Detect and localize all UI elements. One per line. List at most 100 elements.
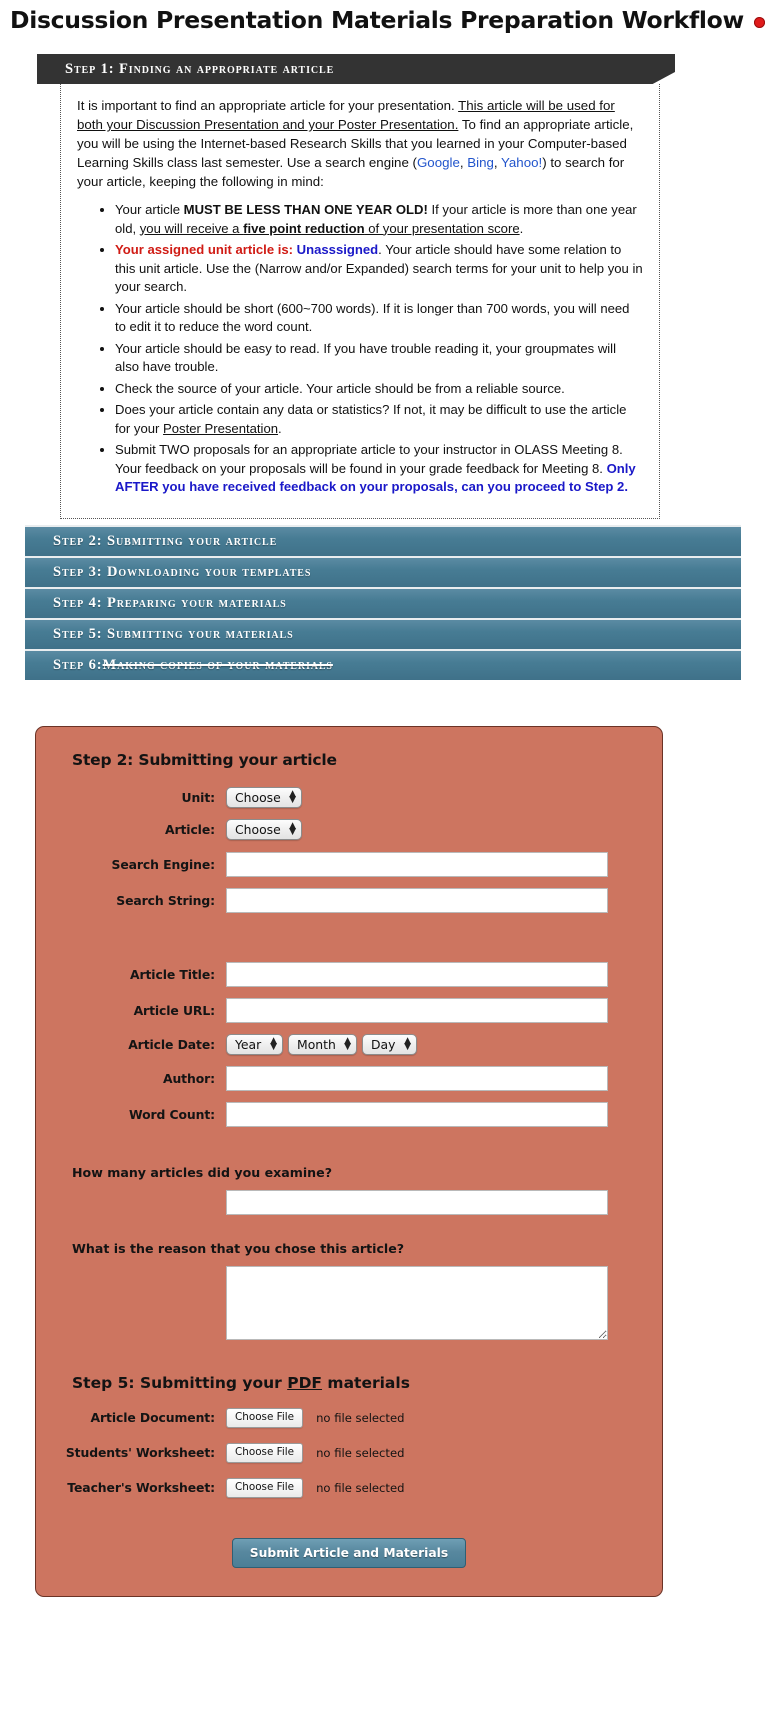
field-row-search-engine: Search Engine: (58, 851, 640, 877)
search-engine-label: Search Engine: (111, 856, 216, 872)
article-url-input[interactable] (226, 997, 608, 1023)
bullet-0-bold: MUST BE LESS THAN ONE YEAR OLD! (183, 202, 428, 217)
reason-textarea[interactable] (226, 1265, 608, 1340)
accordion-header-step-5-label: Step 5: Submitting your materials (53, 625, 294, 642)
date-year-select[interactable]: Year (226, 1033, 283, 1055)
accordion-panel-step-1: It is important to find an appropriate a… (60, 84, 660, 519)
how-many-articles-label: How many articles did you examine? (72, 1164, 332, 1180)
bullet-data-statistics: Does your article contain any data or st… (115, 401, 643, 438)
accordion-header-step-3-label: Step 3: Downloading your templates (53, 563, 312, 580)
accordion-header-step-1[interactable]: Step 1: Finding an appropriate article (37, 54, 675, 84)
bullet-0-text-g: . (519, 220, 524, 236)
step1-intro-paragraph: It is important to find an appropriate a… (77, 96, 643, 191)
page-header: Discussion Presentation Materials Prepar… (0, 0, 766, 34)
bullet-easy-to-read: Your article should be easy to read. If … (115, 340, 643, 377)
accordion-header-step-1-label: Step 1: Finding an appropriate article (65, 60, 335, 77)
field-row-article-document: Article Document: Choose File no file se… (58, 1407, 640, 1428)
accordion-header-step-4-label: Step 4: Preparing your materials (53, 594, 287, 611)
field-row-teachers-worksheet: Teacher's Worksheet: Choose File no file… (58, 1477, 640, 1498)
bullet-reliable-source: Check the source of your article. Your a… (115, 380, 643, 399)
bullet-assigned-unit: Your assigned unit article is: Unasssign… (115, 241, 643, 297)
bullet-1-blue: Unasssigned (293, 242, 379, 257)
link-yahoo[interactable]: Yahoo! (501, 155, 542, 170)
field-row-students-worksheet: Students' Worksheet: Choose File no file… (58, 1442, 640, 1463)
accordion-header-step-2[interactable]: Step 2: Submitting your article (25, 524, 741, 556)
pdf-section-heading: Step 5: Submitting your PDF materials (72, 1374, 640, 1392)
workflow-accordion: Step 1: Finding an appropriate article I… (25, 54, 741, 680)
article-document-choose-file-button[interactable]: Choose File (226, 1407, 304, 1428)
article-date-label: Article Date: (128, 1036, 215, 1052)
search-string-label: Search String: (116, 892, 215, 908)
unit-select-wrap: Choose ▲ ▼ (226, 786, 302, 808)
unit-select[interactable]: Choose (226, 786, 302, 808)
field-row-author: Author: (58, 1065, 640, 1091)
link-bing[interactable]: Bing (467, 155, 494, 170)
record-dot-icon (753, 16, 765, 28)
article-document-label: Article Document: (90, 1410, 216, 1425)
form-heading: Step 2: Submitting your article (72, 750, 337, 769)
date-day-select-wrap: Day ▲ ▼ (362, 1033, 417, 1055)
author-input[interactable] (226, 1065, 608, 1091)
bullet-word-count: Your article should be short (600~700 wo… (115, 300, 643, 337)
field-row-article-url: Article URL: (58, 997, 640, 1023)
field-row-article: Article: Choose ▲ ▼ (58, 818, 640, 840)
intro-sep-2: , (493, 155, 502, 170)
bullet-5-underline: Poster Presentation (163, 420, 279, 436)
date-year-select-wrap: Year ▲ ▼ (226, 1033, 283, 1055)
article-label: Article: (164, 821, 215, 837)
link-google[interactable]: Google (417, 155, 460, 170)
students-worksheet-file-status: no file selected (316, 1445, 405, 1460)
word-count-input[interactable] (226, 1101, 608, 1127)
bullet-0-text-a: Your article (115, 202, 184, 217)
bullet-0-underline-f: of your presentation score (364, 220, 520, 236)
accordion-header-step-6-label: Making copies of your materials (102, 656, 333, 673)
article-select-wrap: Choose ▲ ▼ (226, 818, 302, 840)
field-row-word-count: Word Count: (58, 1101, 640, 1127)
article-title-label: Article Title: (129, 966, 215, 982)
page-title: Discussion Presentation Materials Prepar… (10, 6, 744, 34)
article-title-input[interactable] (226, 961, 608, 987)
submission-form-card: Step 2: Submitting your article Unit: Ch… (35, 725, 663, 1597)
pdf-heading-pdf: PDF (287, 1373, 323, 1392)
teachers-worksheet-label: Teacher's Worksheet: (67, 1480, 215, 1495)
field-row-search-string: Search String: (58, 887, 640, 913)
accordion-header-step-6-prefix: Step 6: (53, 656, 103, 673)
submit-article-and-materials-button[interactable]: Submit Article and Materials (231, 1537, 467, 1568)
page-root: Discussion Presentation Materials Prepar… (0, 0, 766, 1637)
step1-bullet-list: Your article MUST BE LESS THAN ONE YEAR … (77, 201, 643, 497)
bullet-two-proposals: Submit TWO proposals for an appropriate … (115, 441, 643, 497)
teachers-worksheet-choose-file-button[interactable]: Choose File (226, 1477, 304, 1498)
author-label: Author: (162, 1070, 215, 1086)
article-select[interactable]: Choose (226, 818, 302, 840)
field-row-unit: Unit: Choose ▲ ▼ (58, 786, 640, 808)
article-document-file-status: no file selected (316, 1410, 405, 1425)
how-many-articles-input[interactable] (226, 1189, 608, 1215)
intro-text-1: It is important to find an appropriate a… (77, 98, 459, 113)
teachers-worksheet-file-status: no file selected (316, 1480, 405, 1495)
search-engine-input[interactable] (226, 851, 608, 877)
search-string-input[interactable] (226, 887, 608, 913)
unit-label: Unit: (181, 789, 215, 805)
bullet-one-year-old: Your article MUST BE LESS THAN ONE YEAR … (115, 201, 643, 238)
article-url-label: Article URL: (133, 1002, 216, 1018)
accordion-header-step-4[interactable]: Step 4: Preparing your materials (25, 586, 741, 618)
bullet-0-underline-bold-e: five point reduction (243, 220, 365, 236)
field-row-how-many (58, 1189, 640, 1215)
bullet-5-text-c: . (278, 420, 282, 436)
accordion-header-step-6[interactable]: Step 6: Making copies of your materials (25, 648, 741, 680)
date-month-select[interactable]: Month (288, 1033, 357, 1055)
reason-label: What is the reason that you chose this a… (72, 1240, 405, 1256)
accordion-header-step-2-label: Step 2: Submitting your article (53, 532, 278, 549)
students-worksheet-label: Students' Worksheet: (65, 1445, 215, 1460)
students-worksheet-choose-file-button[interactable]: Choose File (226, 1442, 304, 1463)
pdf-heading-a: Step 5: Submitting your (72, 1373, 288, 1392)
submit-row: Submit Article and Materials (58, 1537, 640, 1568)
bullet-6-text-a: Submit TWO proposals for an appropriate … (115, 442, 623, 476)
field-row-reason (58, 1265, 640, 1340)
date-month-select-wrap: Month ▲ ▼ (288, 1033, 357, 1055)
accordion-header-step-3[interactable]: Step 3: Downloading your templates (25, 555, 741, 587)
accordion-header-step-5[interactable]: Step 5: Submitting your materials (25, 617, 741, 649)
field-row-article-date: Article Date: Year ▲ ▼ Month ▲ ▼ Day ▲ ▼ (58, 1033, 640, 1055)
bullet-0-underline-d: you will receive a (139, 220, 244, 236)
date-day-select[interactable]: Day (362, 1033, 417, 1055)
